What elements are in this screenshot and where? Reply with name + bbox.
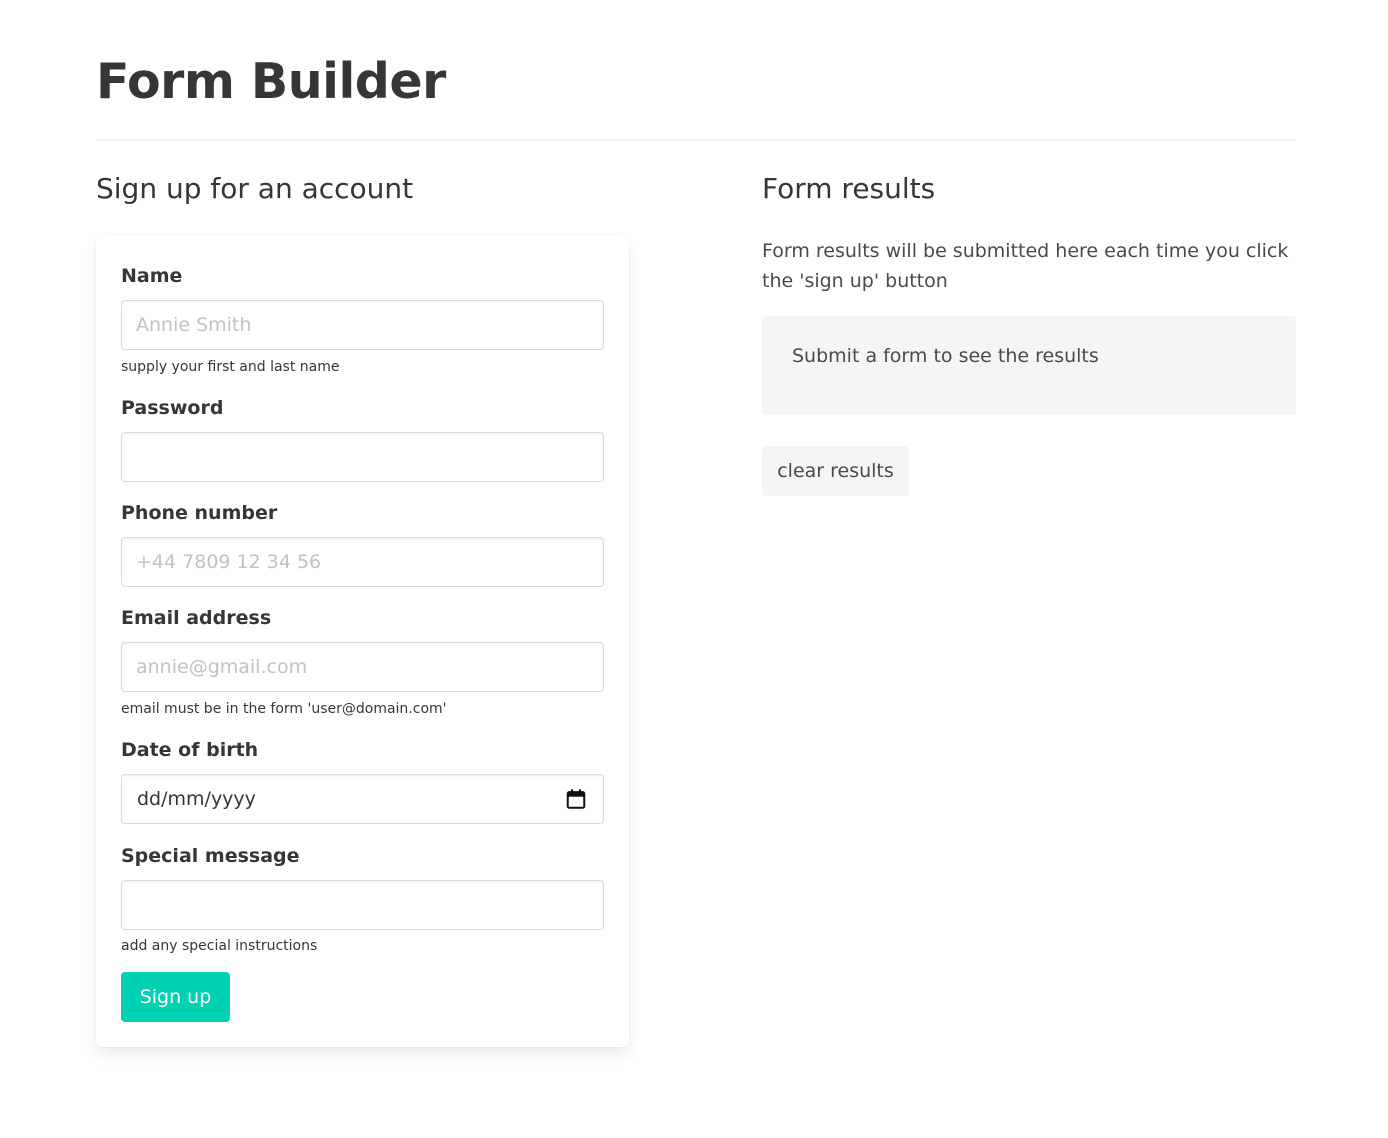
- name-input[interactable]: [121, 300, 604, 350]
- message-help: add any special instructions: [121, 938, 318, 954]
- message-input[interactable]: [121, 880, 604, 930]
- message-label: Special message: [121, 845, 300, 867]
- dob-input[interactable]: dd/mm/yyyy: [121, 774, 604, 824]
- results-box: Submit a form to see the results: [762, 316, 1296, 415]
- sign-up-button[interactable]: Sign up: [121, 972, 230, 1022]
- results-placeholder-text: Submit a form to see the results: [792, 345, 1099, 367]
- calendar-icon[interactable]: [565, 788, 587, 810]
- email-help: email must be in the form 'user@domain.c…: [121, 701, 447, 717]
- name-help: supply your first and last name: [121, 359, 340, 375]
- email-label: Email address: [121, 607, 272, 629]
- phone-label: Phone number: [121, 502, 278, 524]
- name-label: Name: [121, 265, 183, 287]
- signup-form: Name supply your first and last name Pas…: [96, 235, 629, 1047]
- page-title: Form Builder: [96, 53, 446, 110]
- password-label: Password: [121, 397, 224, 419]
- results-heading: Form results: [762, 172, 936, 205]
- password-input[interactable]: [121, 432, 604, 482]
- phone-input[interactable]: [121, 537, 604, 587]
- clear-results-button[interactable]: clear results: [762, 446, 909, 496]
- email-input[interactable]: [121, 642, 604, 692]
- signup-heading: Sign up for an account: [96, 172, 414, 205]
- dob-format-text: dd/mm/yyyy: [137, 788, 256, 810]
- title-divider: [96, 139, 1296, 141]
- dob-label: Date of birth: [121, 739, 259, 761]
- results-intro: Form results will be submitted here each…: [762, 240, 1289, 292]
